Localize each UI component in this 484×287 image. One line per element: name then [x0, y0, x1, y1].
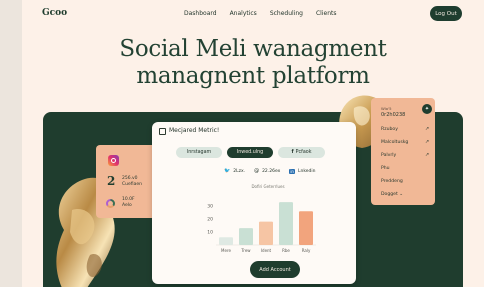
list-item[interactable]: Palvrly — [381, 153, 396, 158]
instagram-icon — [108, 155, 119, 166]
chevron-down-icon: ⌄ — [399, 192, 404, 197]
chart-bar[interactable] — [299, 211, 313, 245]
tab-facebook-label: Pcfaok — [295, 150, 312, 155]
list-item[interactable]: Preddeng — [381, 179, 403, 184]
list-item[interactable]: Malcoltuskg — [381, 140, 408, 145]
stat-2-label: Aelo — [122, 203, 132, 208]
tab-linkedin[interactable]: Inwed.ulng — [227, 147, 273, 158]
donut-icon — [106, 199, 115, 208]
platform-tabs: Inrstagam Inwed.ulng f Pcfaok — [176, 147, 325, 158]
nav-link-clients[interactable]: Clients — [316, 10, 337, 17]
nav-link-dashboard[interactable]: Dashboard — [184, 10, 217, 17]
linkedin-icon: in — [289, 168, 295, 174]
facebook-icon: f — [291, 150, 294, 155]
social-summary: 🐦 2Lzx. @ 22.26ex in Lnkedin — [224, 168, 316, 174]
big-stat-number: 2 — [107, 174, 116, 188]
linkedin-label: Lnkedin — [297, 168, 316, 174]
nav-links: Dashboard Analytics Scheduling Clients — [184, 10, 349, 17]
chart-bar[interactable] — [239, 228, 253, 245]
document-icon — [159, 128, 166, 135]
list-item[interactable]: Phu — [381, 166, 390, 171]
sparkle-icon[interactable]: ✦ — [422, 104, 432, 114]
app-frame: Gcoo Dashboard Analytics Scheduling Clie… — [22, 0, 484, 287]
card-title: Mecjared Metric! — [169, 127, 220, 134]
stat-1-label: Cuefiaen — [122, 182, 142, 187]
twitter-label: 2Lzx. — [233, 168, 246, 174]
hero-line-2: managnent platform — [136, 63, 370, 89]
stat-1: 256.v0 Cuefiaen — [122, 176, 142, 188]
x-tick-label: Trew — [240, 248, 251, 253]
threads-icon: @ — [254, 168, 260, 174]
social-threads[interactable]: @ 22.26ex — [254, 168, 280, 174]
stat-2: 10.0F Aelo — [122, 197, 135, 209]
x-tick-label: Ident — [261, 248, 272, 253]
x-tick-label: Raly — [302, 248, 311, 253]
arrow-up-right-icon[interactable]: ↗ — [425, 152, 429, 158]
nav-link-scheduling[interactable]: Scheduling — [270, 10, 303, 17]
threads-label: 22.26ex — [262, 168, 281, 174]
x-tick-label: Rbe — [282, 248, 290, 253]
list-item[interactable]: Rzuboy — [381, 127, 398, 132]
add-account-button[interactable]: Add Account — [250, 261, 300, 278]
arrow-up-right-icon[interactable]: ↗ — [425, 126, 429, 132]
social-linkedin[interactable]: in Lnkedin — [289, 168, 316, 174]
chart-title: Dofiri Geterrlues — [251, 184, 284, 189]
tab-facebook[interactable]: f Pcfaok — [278, 147, 325, 158]
nav-link-analytics[interactable]: Analytics — [230, 10, 257, 17]
list-item[interactable]: Dogget ⌄ — [381, 192, 403, 197]
y-tick-label: 10 — [207, 230, 213, 236]
list-item-label: Dogget — [381, 192, 398, 197]
hero-line-1: Social Meli wanagment — [119, 36, 387, 62]
card-subheading: Wlo'5 — [381, 106, 392, 111]
y-tick-label: 20 — [207, 217, 213, 223]
logout-button[interactable]: Log Out — [430, 6, 462, 21]
social-twitter[interactable]: 🐦 2Lzx. — [224, 168, 245, 174]
activity-list-card: Wlo'5 0r2h0238 ✦ Rzuboy ↗ Malcoltuskg ↗ … — [371, 98, 435, 205]
top-nav: Gcoo Dashboard Analytics Scheduling Clie… — [22, 0, 484, 28]
metrics-card: Mecjared Metric! Inrstagam Inwed.ulng f … — [152, 122, 356, 284]
arrow-up-right-icon[interactable]: ↗ — [425, 139, 429, 145]
logo[interactable]: Gcoo — [42, 8, 67, 18]
chart-bar[interactable] — [279, 202, 293, 245]
tab-instagram[interactable]: Inrstagam — [176, 147, 222, 158]
chart-bar[interactable] — [219, 237, 233, 245]
twitter-icon: 🐦 — [224, 168, 231, 174]
bar-chart: Dofiri Geterrlues 10 20 30 Mere Trew Ident Rbe… — [207, 184, 316, 253]
card-heading: 0r2h0238 — [381, 112, 406, 118]
chart-bar[interactable] — [259, 221, 273, 245]
hero-headline: Social Meli wanagment managnent platform — [22, 36, 484, 90]
x-tick-label: Mere — [221, 248, 231, 253]
y-tick-label: 30 — [207, 204, 213, 210]
